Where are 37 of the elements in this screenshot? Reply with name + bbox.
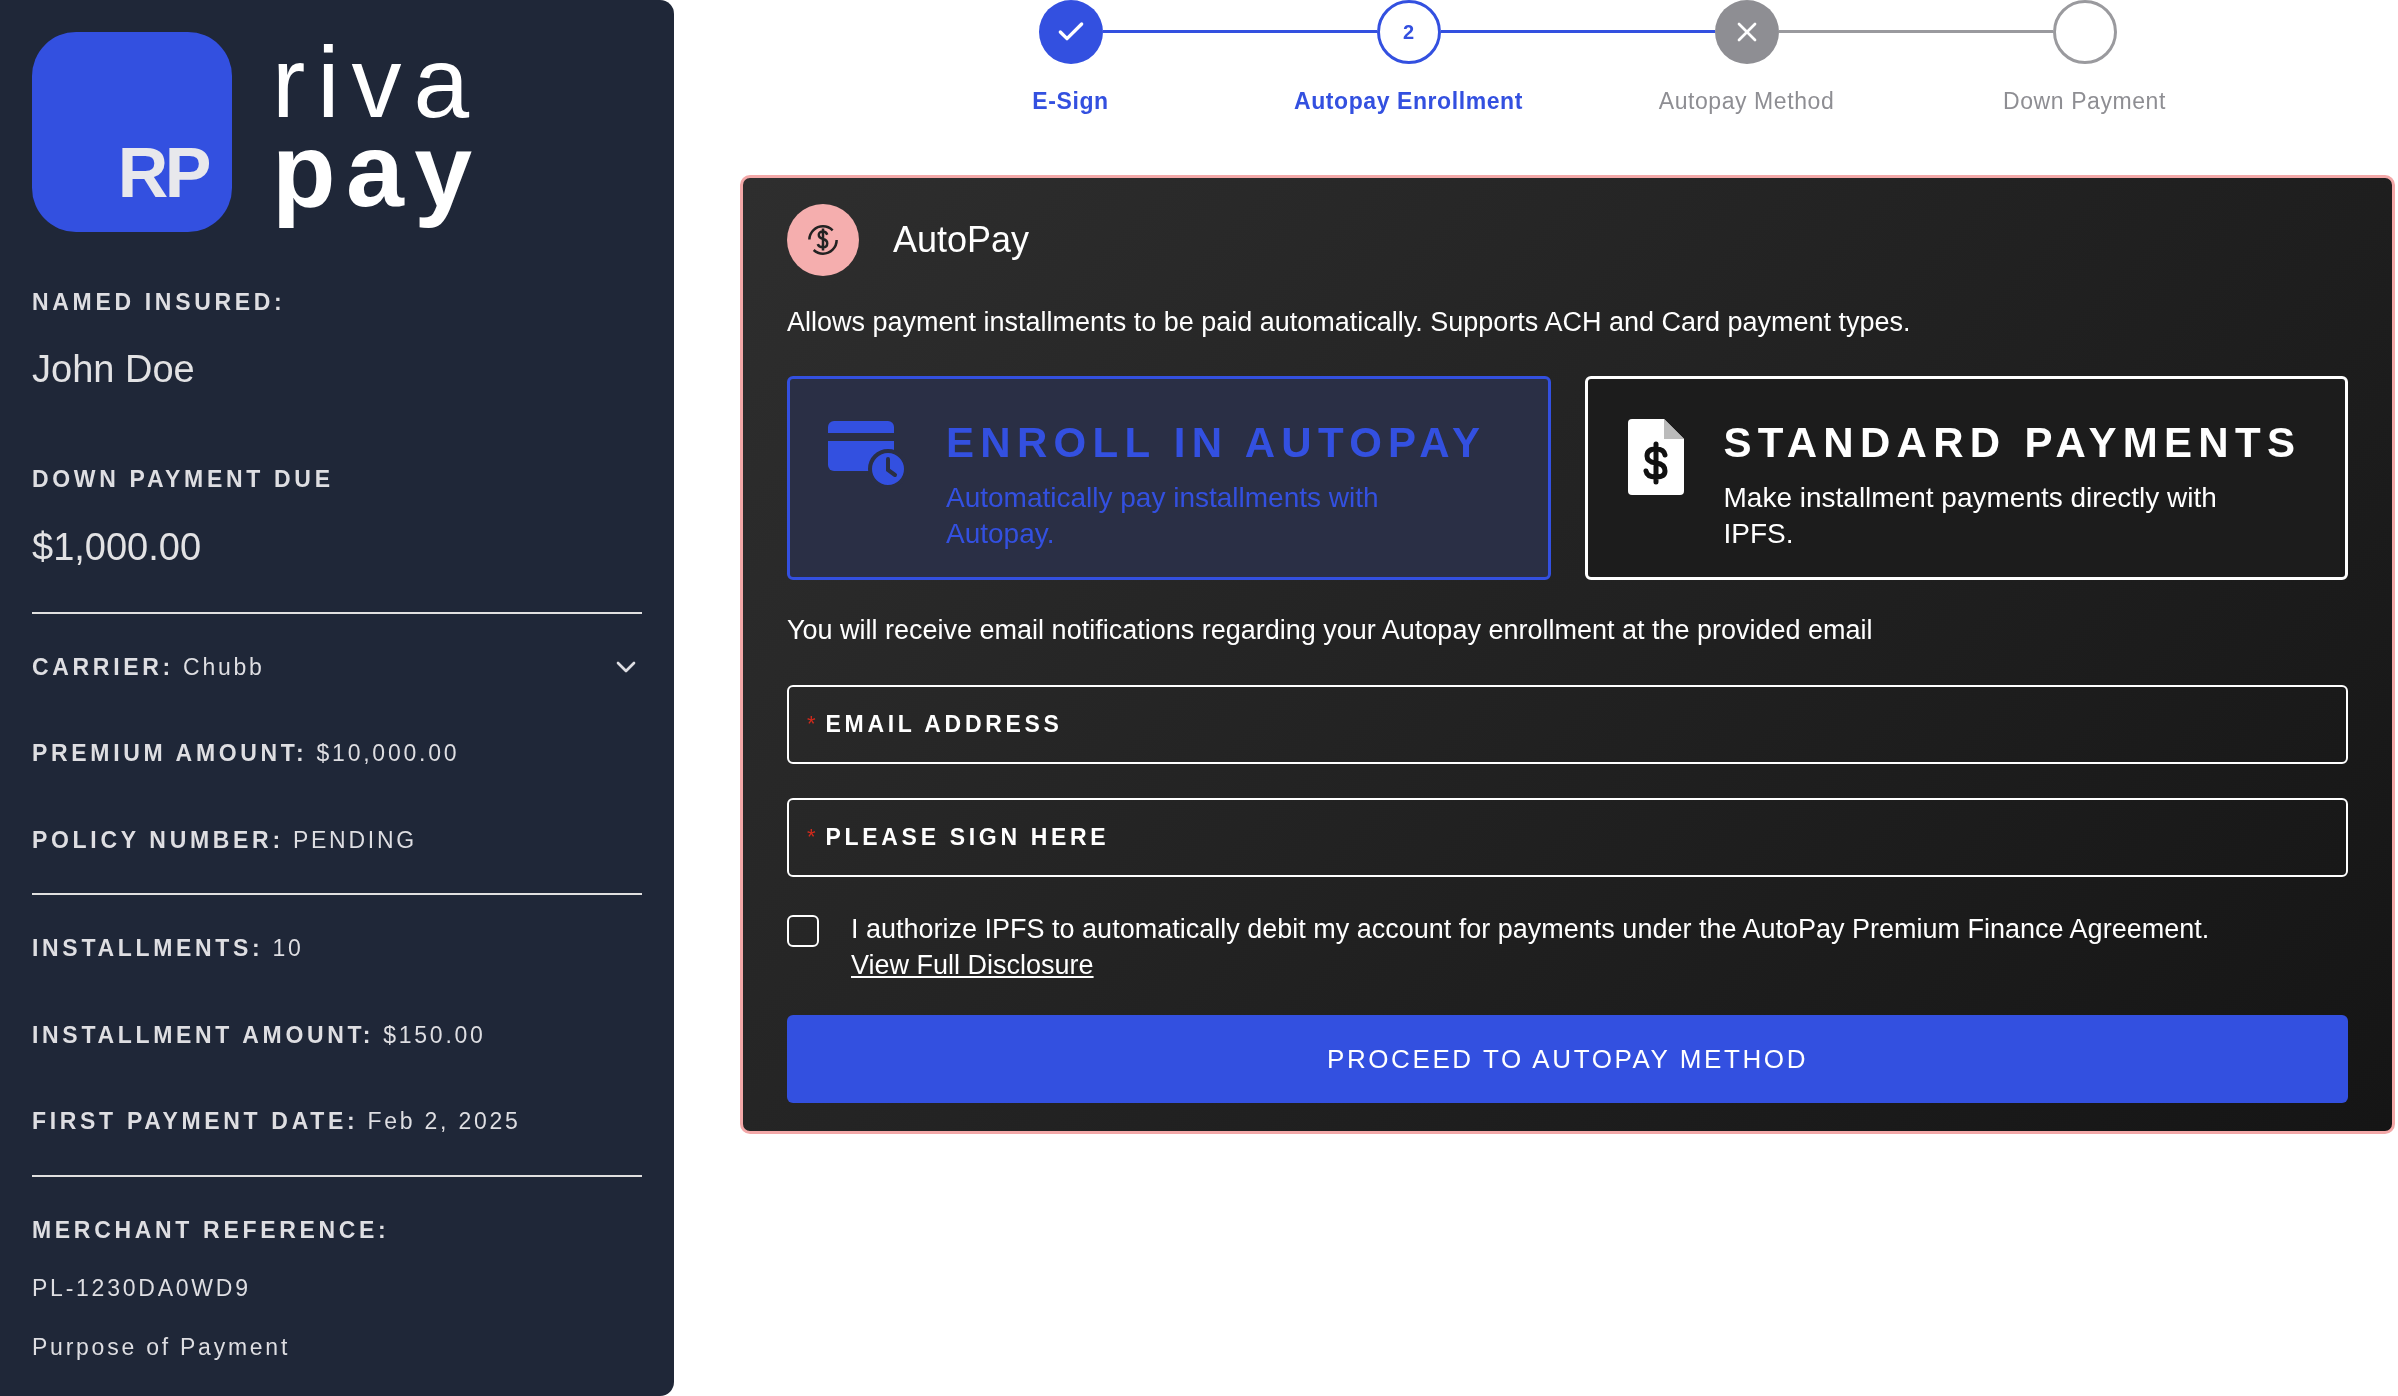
step-label: Autopay Method (1658, 87, 1835, 116)
sidebar-text: PL-1230DA0WD9 (32, 1274, 252, 1304)
sidebar-value: John Doe (32, 347, 196, 393)
sidebar-field: INSTALLMENT AMOUNT: $150.00 (32, 1017, 486, 1053)
text-field[interactable]: * EMAIL ADDRESS (787, 684, 2348, 764)
logo-badge: RP (32, 32, 232, 232)
consent-checkbox[interactable] (787, 914, 819, 947)
disclosure-link[interactable]: View Full Disclosure (851, 949, 1094, 980)
sidebar-heading: DOWN PAYMENT DUE (32, 465, 335, 495)
sidebar-value: $1,000.00 (32, 524, 203, 570)
sidebar-field: CARRIER: Chubb (32, 649, 265, 685)
step-label: Down Payment (2003, 87, 2166, 116)
sidebar-field: INSTALLMENTS: 10 (32, 931, 304, 966)
step-label: E-Sign (1032, 87, 1109, 116)
notice-text: You will receive email notifications regarding your Autopay enrollment at the provided email (787, 614, 1874, 647)
sidebar-text: Purpose of Payment (32, 1332, 292, 1362)
proceed-button[interactable]: PROCEED TO AUTOPAY METHOD (787, 1015, 2348, 1104)
option-title: STANDARD PAYMENTS (1723, 418, 2302, 468)
field-label: EMAIL ADDRESS (825, 709, 1063, 739)
required-marker: * (807, 709, 816, 738)
required-marker: * (807, 822, 816, 851)
payment-option-card[interactable]: STANDARD PAYMENTS Make installment payments directly with IPFS. (1584, 376, 2348, 580)
card-title: AutoPay (893, 217, 1030, 262)
sidebar-heading: NAMED INSURED: (32, 287, 287, 317)
card-description: Allows payment installments to be paid automatically. Supports ACH and Card payment types. (787, 305, 1912, 339)
field-label: PLEASE SIGN HERE (825, 822, 1110, 852)
sidebar-field: POLICY NUMBER: PENDING (32, 822, 417, 858)
option-text: Automatically pay installments with Autopay. (946, 480, 1380, 551)
step-number: 2 (1402, 20, 1415, 45)
step-label: Autopay Enrollment (1294, 87, 1523, 116)
sidebar-heading: MERCHANT REFERENCE: (32, 1215, 391, 1245)
option-title: ENROLL IN AUTOPAY (946, 418, 1487, 468)
sidebar-field: PREMIUM AMOUNT: $10,000.00 (32, 736, 460, 771)
consent-text: I authorize IPFS to automatically debit my account for payments under the AutoPay Premium Finance Agreement. View Full Disclosure (851, 912, 2211, 982)
option-text: Make installment payments directly with IPFS. (1723, 480, 2218, 551)
text-field[interactable]: * PLEASE SIGN HERE (787, 797, 2348, 877)
sidebar-field: FIRST PAYMENT DATE: Feb 2, 2025 (32, 1104, 521, 1139)
